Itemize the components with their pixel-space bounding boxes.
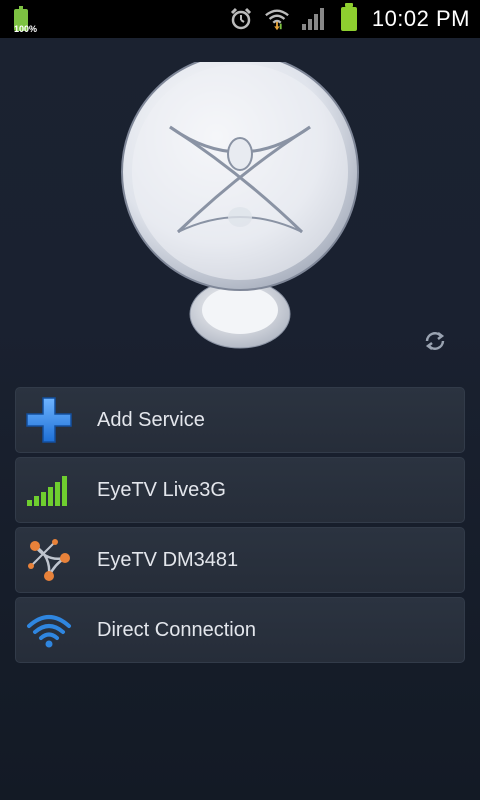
menu-item-label: EyeTV Live3G xyxy=(97,478,226,501)
menu-item-label: Add Service xyxy=(97,408,205,431)
status-right: 10:02 PM xyxy=(228,0,480,38)
wifi-icon xyxy=(264,6,290,32)
menu-item-label: Direct Connection xyxy=(97,618,256,641)
menu-item-label: EyeTV DM3481 xyxy=(97,548,239,571)
refresh-icon[interactable] xyxy=(420,326,450,356)
signal-icon xyxy=(300,6,326,32)
eyetv-live3g-item[interactable]: EyeTV Live3G xyxy=(15,457,465,523)
status-left: 100% xyxy=(0,0,37,38)
direct-connection-item[interactable]: Direct Connection xyxy=(15,597,465,663)
satellite-dish-icon xyxy=(110,53,370,362)
wifi-icon xyxy=(16,597,82,663)
battery-icon xyxy=(336,3,362,32)
alarm-icon xyxy=(228,6,254,32)
cell-signal-icon xyxy=(16,457,82,523)
network-nodes-icon xyxy=(16,527,82,593)
status-bar: 100% 10:02 PM xyxy=(0,0,480,38)
plus-icon xyxy=(16,387,82,453)
eyetv-dm3481-item[interactable]: EyeTV DM3481 xyxy=(15,527,465,593)
add-service-button[interactable]: Add Service xyxy=(15,387,465,453)
status-time: 10:02 PM xyxy=(371,6,470,31)
service-list: Add Service EyeTV Live3G EyeTV DM3481 Di… xyxy=(15,387,465,667)
battery-percent: 100% xyxy=(14,24,38,34)
